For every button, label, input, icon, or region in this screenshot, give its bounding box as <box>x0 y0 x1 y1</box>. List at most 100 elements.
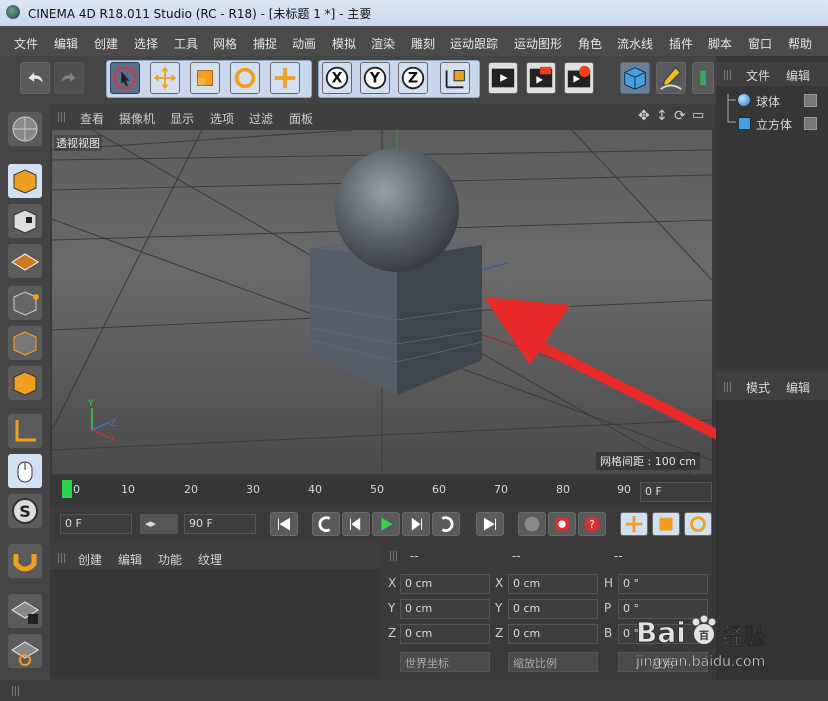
object-menu-file[interactable]: 文件 <box>746 67 770 84</box>
go-to-end-button[interactable] <box>476 512 504 536</box>
current-frame-field[interactable]: 0 F <box>640 482 712 502</box>
prev-frame-button[interactable] <box>342 512 370 536</box>
object-cube-label[interactable]: 立方体 <box>756 116 792 133</box>
menu-help[interactable]: 帮助 <box>788 35 812 52</box>
menu-sculpt[interactable]: 雕刻 <box>411 35 435 52</box>
next-frame-button[interactable] <box>402 512 430 536</box>
axis-mode-button[interactable] <box>8 414 42 448</box>
menu-pipeline[interactable]: 流水线 <box>617 35 653 52</box>
mouse-icon <box>17 461 33 483</box>
render-picture-button[interactable] <box>526 62 556 94</box>
position-x-field[interactable]: 0 cm <box>400 574 490 594</box>
menu-plugins[interactable]: 插件 <box>669 35 693 52</box>
cube-visibility-icon[interactable] <box>804 117 817 130</box>
object-menu-edit[interactable]: 编辑 <box>786 67 810 84</box>
points-mode-button[interactable] <box>8 286 42 320</box>
sphere-visibility-icon[interactable] <box>804 94 817 107</box>
viewport-menu-options[interactable]: 选项 <box>210 110 234 127</box>
world-coords-dropdown[interactable]: 世界坐标 <box>400 652 490 672</box>
texture-mode-button[interactable] <box>8 204 42 238</box>
go-to-start-button[interactable] <box>270 512 298 536</box>
viewport-dolly-icon[interactable]: ↕ <box>656 108 668 124</box>
attribute-menu-mode[interactable]: 模式 <box>746 379 770 396</box>
grid-snap-button[interactable] <box>8 634 42 668</box>
start-frame-field[interactable]: 0 F <box>60 514 132 534</box>
coord-label-sx: X <box>495 576 504 590</box>
menu-snap[interactable]: 捕捉 <box>253 35 277 52</box>
next-key-button[interactable] <box>432 512 460 536</box>
magnet-button[interactable] <box>8 544 42 578</box>
menu-script[interactable]: 脚本 <box>708 35 732 52</box>
undo-button[interactable] <box>20 62 50 94</box>
object-sphere-label[interactable]: 球体 <box>756 93 780 110</box>
menu-edit[interactable]: 编辑 <box>54 35 78 52</box>
range-slider[interactable]: ◂▸ <box>140 514 178 534</box>
menu-mograph[interactable]: 运动图形 <box>514 35 562 52</box>
viewport-maximize-icon[interactable]: ▭ <box>692 108 704 123</box>
pen-tool-button[interactable] <box>656 62 686 94</box>
render-settings-button[interactable] <box>564 62 594 94</box>
redo-button[interactable] <box>54 62 84 94</box>
workplane-button[interactable] <box>8 244 42 278</box>
end-frame-field[interactable]: 90 F <box>184 514 256 534</box>
model-mode-button[interactable] <box>8 164 42 198</box>
position-z-field[interactable]: 0 cm <box>400 624 490 644</box>
viewport-menu-filter[interactable]: 过滤 <box>249 110 273 127</box>
rotation-h-field[interactable]: 0 ° <box>618 574 708 594</box>
polygons-mode-button[interactable] <box>8 366 42 400</box>
viewport-rotate-icon[interactable]: ⟳ <box>674 108 686 124</box>
viewport-menu-view[interactable]: 查看 <box>80 110 104 127</box>
key-scale-button[interactable] <box>652 512 680 536</box>
x-axis-button[interactable]: X <box>322 62 352 94</box>
live-select-button[interactable] <box>110 62 140 94</box>
tweak-mode-button[interactable] <box>8 454 42 488</box>
add-cube-button[interactable] <box>620 62 650 94</box>
menu-simulate[interactable]: 模拟 <box>332 35 356 52</box>
menu-character[interactable]: 角色 <box>578 35 602 52</box>
render-view-button[interactable] <box>488 62 518 94</box>
menu-animate[interactable]: 动画 <box>292 35 316 52</box>
menu-motion-tracking[interactable]: 运动跟踪 <box>450 35 498 52</box>
y-axis-button[interactable]: Y <box>360 62 390 94</box>
menu-select[interactable]: 选择 <box>134 35 158 52</box>
scale-button[interactable] <box>190 62 220 94</box>
autokey-button[interactable] <box>548 512 576 536</box>
viewport-menu-panel[interactable]: 面板 <box>289 110 313 127</box>
material-menu-create[interactable]: 创建 <box>78 551 102 568</box>
play-button[interactable] <box>372 512 400 536</box>
viewport-menu-display[interactable]: 显示 <box>170 110 194 127</box>
snap-button[interactable]: S <box>8 494 42 528</box>
keyframe-selection-button[interactable]: ? <box>578 512 606 536</box>
menu-tools[interactable]: 工具 <box>174 35 198 52</box>
toolbar-more-button[interactable] <box>692 62 714 94</box>
size-z-field[interactable]: 0 cm <box>508 624 598 644</box>
viewport-menu-camera[interactable]: 摄像机 <box>119 110 155 127</box>
key-position-button[interactable] <box>620 512 648 536</box>
size-y-field[interactable]: 0 cm <box>508 599 598 619</box>
menu-create[interactable]: 创建 <box>94 35 118 52</box>
menu-render[interactable]: 渲染 <box>371 35 395 52</box>
material-menu-texture[interactable]: 纹理 <box>198 551 222 568</box>
attribute-menu-edit[interactable]: 编辑 <box>786 379 810 396</box>
lock-workplane-button[interactable] <box>8 594 42 628</box>
edges-mode-button[interactable] <box>8 326 42 360</box>
scale-ratio-dropdown[interactable]: 缩放比例 <box>508 652 598 672</box>
record-disabled-button[interactable] <box>518 512 546 536</box>
material-menu-function[interactable]: 功能 <box>158 551 182 568</box>
key-rotation-button[interactable] <box>684 512 712 536</box>
position-y-field[interactable]: 0 cm <box>400 599 490 619</box>
menu-file[interactable]: 文件 <box>14 35 38 52</box>
prev-key-button[interactable] <box>312 512 340 536</box>
z-axis-button[interactable]: Z <box>398 62 428 94</box>
rotate-button[interactable] <box>230 62 260 94</box>
viewport-move-icon[interactable]: ✥ <box>638 108 650 124</box>
make-editable-button[interactable] <box>8 112 42 146</box>
material-menu-edit[interactable]: 编辑 <box>118 551 142 568</box>
menu-window[interactable]: 窗口 <box>748 35 772 52</box>
move-plus-button[interactable] <box>270 62 300 94</box>
coord-system-button[interactable] <box>440 62 470 94</box>
size-x-field[interactable]: 0 cm <box>508 574 598 594</box>
timeline-current-marker[interactable] <box>62 480 72 498</box>
menu-mesh[interactable]: 网格 <box>213 35 237 52</box>
move-button[interactable] <box>150 62 180 94</box>
